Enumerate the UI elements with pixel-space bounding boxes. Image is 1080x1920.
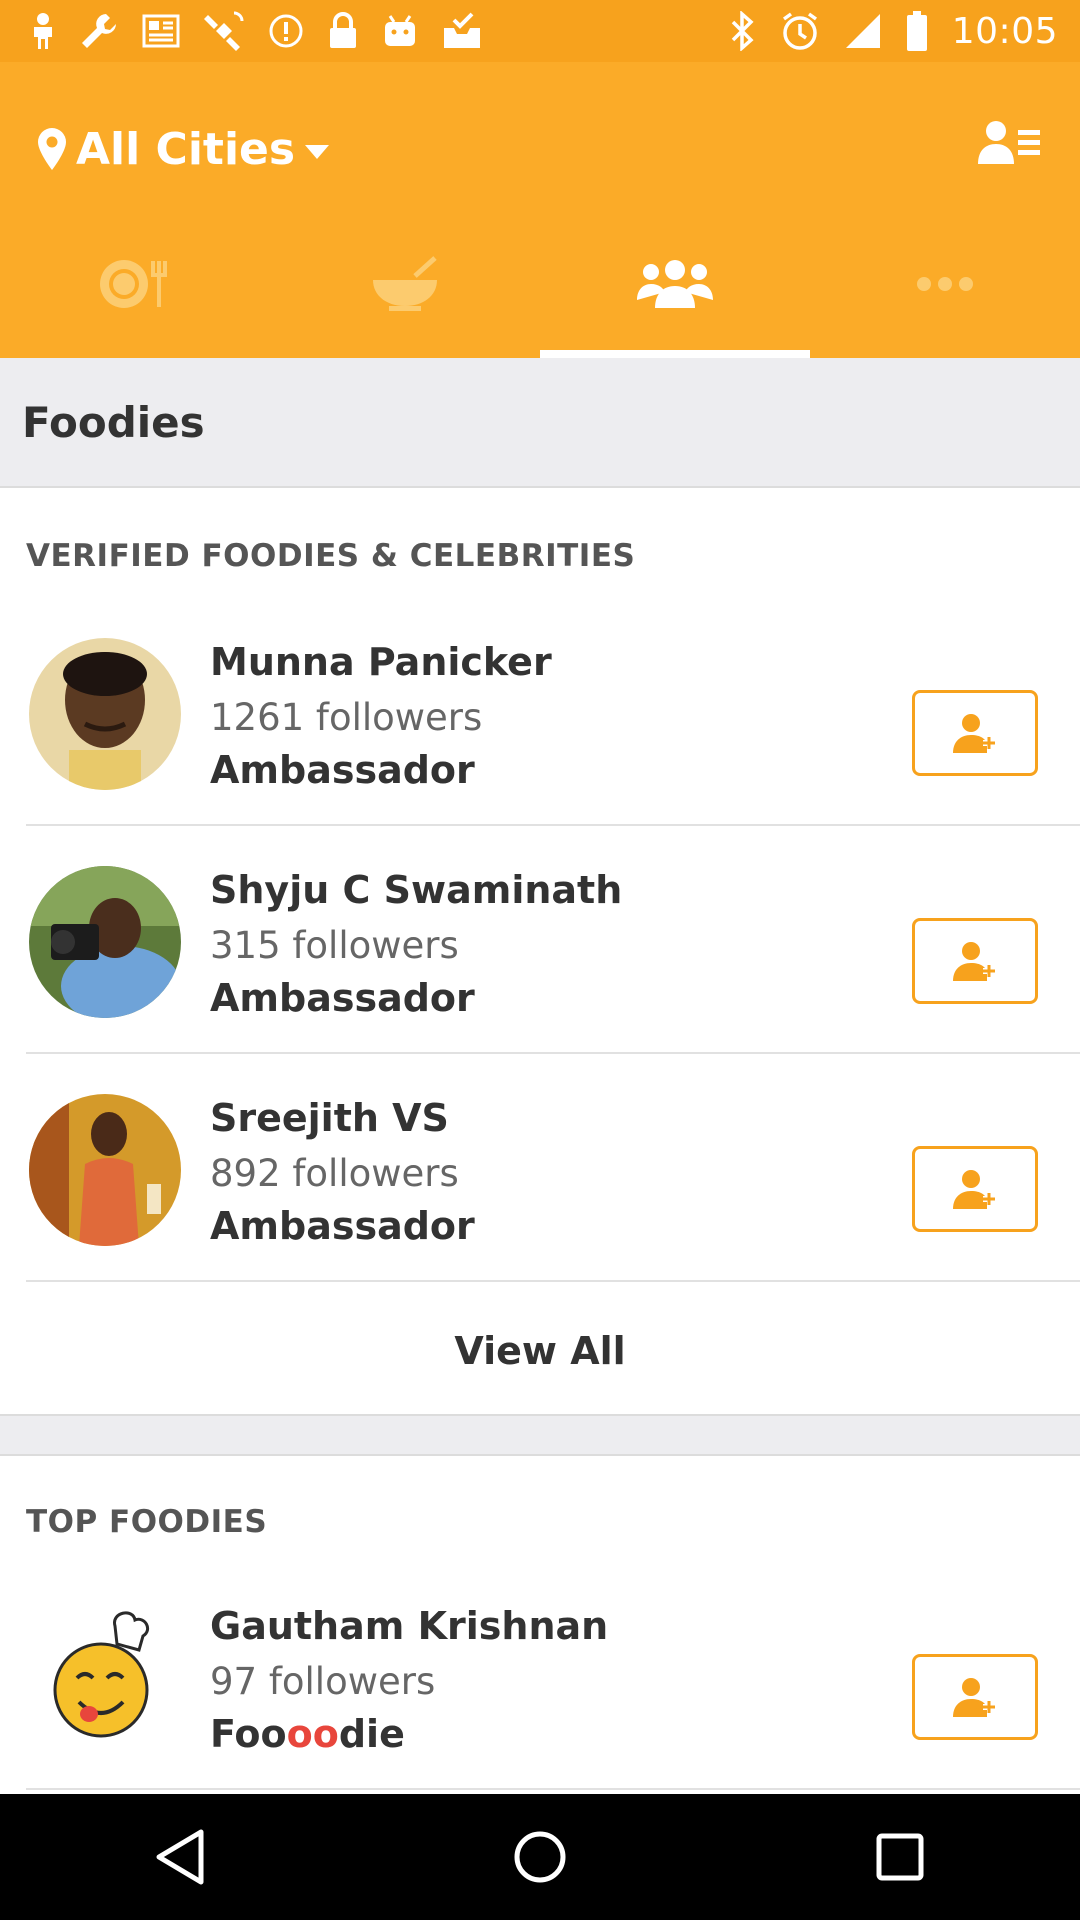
divider xyxy=(26,1788,1080,1790)
plate-fork-icon xyxy=(100,260,167,308)
bluetooth-icon xyxy=(731,11,754,51)
user-row[interactable]: Gautham Krishnan 97 followers Foooodie xyxy=(0,1562,1080,1790)
top-section-title: TOP FOODIES xyxy=(26,1504,268,1540)
person-icon xyxy=(34,13,52,49)
avatar xyxy=(29,638,181,790)
user-rank: Foooodie xyxy=(210,1712,405,1756)
group-icon xyxy=(637,260,713,308)
alert-icon xyxy=(269,14,303,48)
inbox-check-icon xyxy=(444,12,480,48)
user-rank: Ambassador xyxy=(210,976,475,1020)
add-user-icon xyxy=(953,1170,997,1209)
user-name: Shyju C Swaminath xyxy=(210,868,623,912)
recents-button[interactable] xyxy=(845,1802,955,1912)
view-all-link[interactable]: View All xyxy=(0,1282,1080,1420)
user-name: Gautham Krishnan xyxy=(210,1604,609,1648)
add-user-icon xyxy=(953,942,997,981)
follow-button[interactable] xyxy=(912,1654,1038,1740)
more-dots-icon xyxy=(917,277,973,291)
user-rank: Ambassador xyxy=(210,1204,475,1248)
add-user-icon xyxy=(953,714,997,753)
city-label: All Cities xyxy=(76,123,296,175)
follow-button[interactable] xyxy=(912,918,1038,1004)
user-followers: 97 followers xyxy=(210,1660,436,1703)
location-pin-icon xyxy=(38,128,66,170)
user-followers: 892 followers xyxy=(210,1152,459,1195)
wrench-icon xyxy=(82,14,116,48)
active-tab-indicator xyxy=(540,350,810,358)
avatar xyxy=(29,1094,181,1246)
rank-highlight: oo xyxy=(286,1712,339,1756)
lock-icon xyxy=(330,12,356,48)
android-icon xyxy=(385,15,415,46)
tab-more[interactable] xyxy=(810,224,1080,358)
city-picker[interactable]: All Cities xyxy=(38,114,330,184)
add-user-icon xyxy=(953,1678,997,1717)
back-button[interactable] xyxy=(125,1802,235,1912)
system-nav-bar xyxy=(0,1794,1080,1920)
user-row[interactable]: Sreejith VS 892 followers Ambassador xyxy=(0,1054,1080,1282)
avatar xyxy=(29,866,181,1018)
page-title-bar: Foodies xyxy=(0,358,1080,488)
follow-button[interactable] xyxy=(912,1146,1038,1232)
user-rank: Ambassador xyxy=(210,748,475,792)
user-row[interactable]: Shyju C Swaminath 315 followers Ambassad… xyxy=(0,826,1080,1054)
signal-icon xyxy=(845,14,880,48)
news-icon xyxy=(142,14,180,48)
battery-icon xyxy=(906,11,927,51)
verified-foodies-card: VERIFIED FOODIES & CELEBRITIES Munna Pan… xyxy=(0,488,1080,1414)
chevron-down-icon xyxy=(305,145,330,159)
profile-menu-button[interactable] xyxy=(978,110,1042,174)
user-name: Munna Panicker xyxy=(210,640,552,684)
user-row[interactable]: Munna Panicker 1261 followers Ambassador xyxy=(0,598,1080,826)
satellite-icon xyxy=(204,11,244,51)
section-separator xyxy=(0,1414,1080,1456)
rank-suffix: die xyxy=(338,1712,405,1756)
alarm-icon xyxy=(782,12,817,50)
tab-dishes[interactable] xyxy=(270,224,540,358)
back-triangle-icon xyxy=(156,1829,204,1885)
user-followers: 1261 followers xyxy=(210,696,483,739)
top-foodies-card: TOP FOODIES Gautham Krishnan 97 follower… xyxy=(0,1456,1080,1794)
chef-emoji-avatar xyxy=(29,1602,181,1754)
app-header: All Cities xyxy=(0,62,1080,358)
rank-prefix: Foo xyxy=(210,1712,287,1756)
tab-foodies[interactable] xyxy=(540,224,810,358)
home-button[interactable] xyxy=(485,1802,595,1912)
category-tabs xyxy=(0,224,1080,358)
verified-section-title: VERIFIED FOODIES & CELEBRITIES xyxy=(26,538,636,574)
user-name: Sreejith VS xyxy=(210,1096,449,1140)
home-circle-icon xyxy=(514,1831,566,1883)
tab-restaurants[interactable] xyxy=(0,224,270,358)
profile-list-icon xyxy=(978,121,1040,164)
follow-button[interactable] xyxy=(912,690,1038,776)
recents-square-icon xyxy=(876,1833,924,1881)
page-title: Foodies xyxy=(22,397,205,447)
status-bar: 10:05 xyxy=(0,0,1080,62)
status-time: 10:05 xyxy=(951,10,1058,52)
user-followers: 315 followers xyxy=(210,924,459,967)
bowl-icon xyxy=(373,256,437,311)
